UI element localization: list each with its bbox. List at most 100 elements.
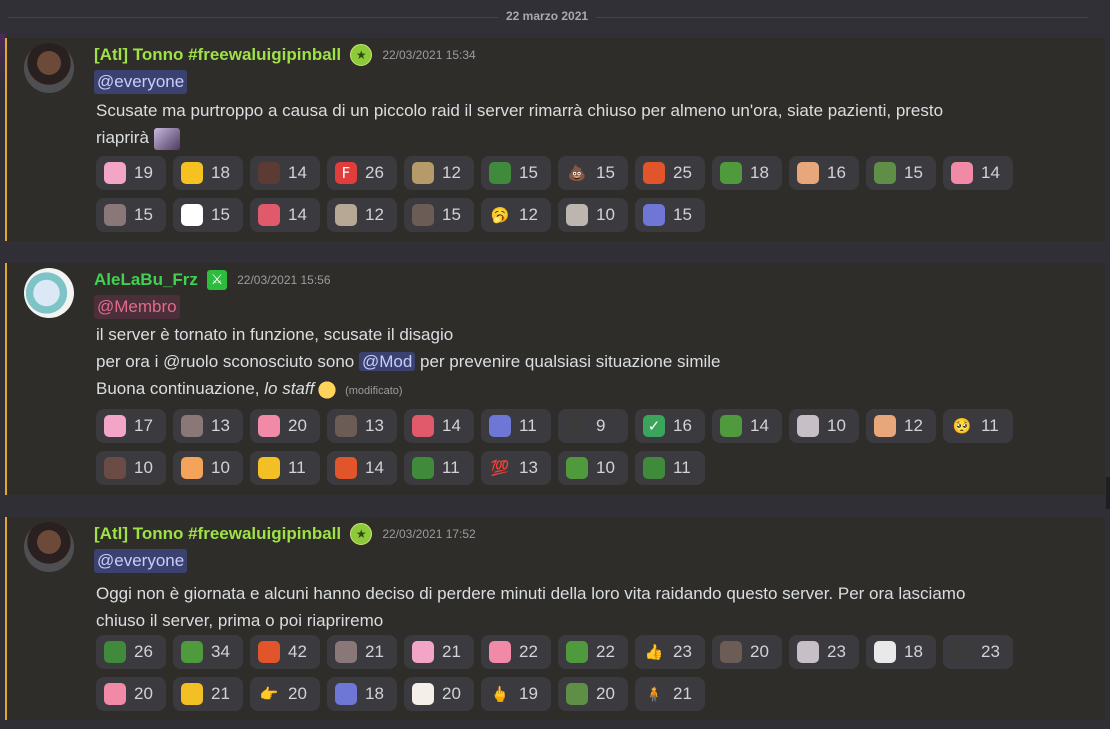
reaction-bar: 17 13 20 13 14 11 9 ✓ 16 14 10 12 🥺 11 10 10 11 14 11 💯 13 10… bbox=[96, 409, 1020, 493]
reaction-button[interactable]: 18 bbox=[712, 156, 782, 190]
reaction-button[interactable]: 10 bbox=[173, 451, 243, 485]
reaction-button[interactable]: 9 bbox=[558, 409, 628, 443]
everyone-mention[interactable]: @everyone bbox=[94, 549, 188, 573]
reaction-button[interactable]: 💩 15 bbox=[558, 156, 628, 190]
message-timestamp[interactable]: 22/03/2021 15:34 bbox=[382, 48, 475, 62]
reaction-button[interactable]: 21 bbox=[327, 635, 397, 669]
reaction-button[interactable]: 🧍 21 bbox=[635, 677, 705, 711]
reaction-button[interactable]: 10 bbox=[558, 451, 628, 485]
reaction-count: 15 bbox=[519, 163, 538, 182]
middle-finger-icon: 🖕 bbox=[490, 685, 510, 703]
message-timestamp[interactable]: 22/03/2021 17:52 bbox=[382, 527, 475, 541]
reaction-button[interactable]: 10 bbox=[96, 451, 166, 485]
reaction-button[interactable]: 21 bbox=[173, 677, 243, 711]
reaction-button[interactable]: 20 bbox=[250, 409, 320, 443]
reaction-button[interactable]: 12 bbox=[404, 156, 474, 190]
reaction-button[interactable]: 26 bbox=[96, 635, 166, 669]
reaction-button[interactable]: 12 bbox=[866, 409, 936, 443]
avatar[interactable] bbox=[24, 43, 74, 93]
reaction-count: 14 bbox=[365, 458, 384, 477]
reaction-count: 18 bbox=[904, 642, 923, 661]
reaction-button[interactable]: 14 bbox=[250, 156, 320, 190]
reaction-button[interactable]: 20 bbox=[712, 635, 782, 669]
reaction-button[interactable]: 20 bbox=[96, 677, 166, 711]
reaction-button[interactable]: 34 bbox=[173, 635, 243, 669]
reaction-count: 11 bbox=[981, 416, 999, 435]
reaction-button[interactable]: 23 bbox=[943, 635, 1013, 669]
reaction-button[interactable]: 👍 23 bbox=[635, 635, 705, 669]
role-sword-icon[interactable]: ⚔ bbox=[207, 269, 228, 290]
hundred-points-icon: 💯 bbox=[490, 459, 510, 477]
reaction-button[interactable]: 20 bbox=[558, 677, 628, 711]
reaction-button[interactable]: 15 bbox=[96, 198, 166, 232]
yawning-face-icon: 🥱 bbox=[490, 206, 510, 224]
scrollbar[interactable] bbox=[1106, 477, 1110, 509]
reaction-button[interactable]: 10 bbox=[789, 409, 859, 443]
everyone-mention[interactable]: @everyone bbox=[94, 70, 188, 94]
author-name[interactable]: AleLaBu_Frz bbox=[94, 270, 198, 290]
message: AleLaBu_Frz ⚔ 22/03/2021 15:56 @Membro i… bbox=[5, 263, 1105, 495]
reaction-button[interactable]: 25 bbox=[635, 156, 705, 190]
reaction-button[interactable]: 🥺 11 bbox=[943, 409, 1013, 443]
author-name[interactable]: [Atl] Tonno #freewaluigipinball bbox=[94, 45, 341, 65]
reaction-count: 10 bbox=[827, 416, 846, 435]
reaction-button[interactable]: 19 bbox=[96, 156, 166, 190]
reaction-button[interactable]: 🖕 19 bbox=[481, 677, 551, 711]
reaction-button[interactable]: 15 bbox=[866, 156, 936, 190]
reaction-button[interactable]: 12 bbox=[327, 198, 397, 232]
reaction-button[interactable]: 13 bbox=[173, 409, 243, 443]
message: [Atl] Tonno #freewaluigipinball ★ 22/03/… bbox=[5, 517, 1105, 720]
avatar[interactable] bbox=[24, 522, 74, 572]
reaction-button[interactable]: 11 bbox=[481, 409, 551, 443]
role-star-icon[interactable]: ★ bbox=[350, 44, 373, 66]
reaction-button[interactable]: 22 bbox=[558, 635, 628, 669]
role-mention[interactable]: @Membro bbox=[94, 295, 180, 319]
reaction-button[interactable]: 10 bbox=[558, 198, 628, 232]
reaction-count: 14 bbox=[288, 205, 307, 224]
pink-hair-anime-icon bbox=[104, 415, 126, 437]
wave-face-icon bbox=[181, 683, 203, 705]
custom-emoji-icon[interactable] bbox=[153, 127, 180, 150]
reaction-button[interactable]: F 26 bbox=[327, 156, 397, 190]
message-timestamp[interactable]: 22/03/2021 15:56 bbox=[237, 273, 330, 287]
reaction-button[interactable]: 18 bbox=[173, 156, 243, 190]
reaction-button[interactable]: 14 bbox=[327, 451, 397, 485]
reaction-button[interactable]: 15 bbox=[404, 198, 474, 232]
reaction-button[interactable]: 14 bbox=[250, 198, 320, 232]
reaction-button[interactable]: 17 bbox=[96, 409, 166, 443]
reaction-button[interactable]: 👉 20 bbox=[250, 677, 320, 711]
message-content: Oggi non è giornata e alcuni hanno decis… bbox=[96, 580, 1091, 634]
reaction-button[interactable]: 🥱 12 bbox=[481, 198, 551, 232]
reaction-button[interactable]: 14 bbox=[404, 409, 474, 443]
reaction-button[interactable]: 18 bbox=[327, 677, 397, 711]
reaction-button[interactable]: 15 bbox=[173, 198, 243, 232]
avatar[interactable] bbox=[24, 268, 74, 318]
mod-role-mention[interactable]: @Mod bbox=[358, 352, 416, 371]
reaction-button[interactable]: 13 bbox=[327, 409, 397, 443]
reaction-button[interactable]: 23 bbox=[789, 635, 859, 669]
reaction-button[interactable]: 14 bbox=[712, 409, 782, 443]
reaction-button[interactable]: 14 bbox=[943, 156, 1013, 190]
reaction-button[interactable]: 11 bbox=[404, 451, 474, 485]
reaction-button[interactable]: 22 bbox=[481, 635, 551, 669]
reaction-button[interactable]: ✓ 16 bbox=[635, 409, 705, 443]
reaction-button[interactable]: 21 bbox=[404, 635, 474, 669]
reaction-button[interactable]: 42 bbox=[250, 635, 320, 669]
reaction-count: 11 bbox=[519, 416, 537, 435]
reaction-button[interactable]: 15 bbox=[635, 198, 705, 232]
pink-girl-icon bbox=[489, 641, 511, 663]
reaction-button[interactable]: 16 bbox=[789, 156, 859, 190]
reaction-count: 19 bbox=[519, 684, 538, 703]
pink-girl-icon bbox=[104, 683, 126, 705]
reaction-button[interactable]: 20 bbox=[404, 677, 474, 711]
author-name[interactable]: [Atl] Tonno #freewaluigipinball bbox=[94, 524, 341, 544]
role-star-icon[interactable]: ★ bbox=[350, 523, 373, 545]
wave-emoji-icon[interactable] bbox=[314, 378, 341, 401]
date-divider-label: 22 marzo 2021 bbox=[498, 9, 597, 23]
reaction-button[interactable]: 11 bbox=[250, 451, 320, 485]
reaction-button[interactable]: 11 bbox=[635, 451, 705, 485]
reaction-button[interactable]: 💯 13 bbox=[481, 451, 551, 485]
reaction-button[interactable]: 15 bbox=[481, 156, 551, 190]
reaction-button[interactable]: 18 bbox=[866, 635, 936, 669]
ninja-face-icon bbox=[566, 415, 588, 437]
